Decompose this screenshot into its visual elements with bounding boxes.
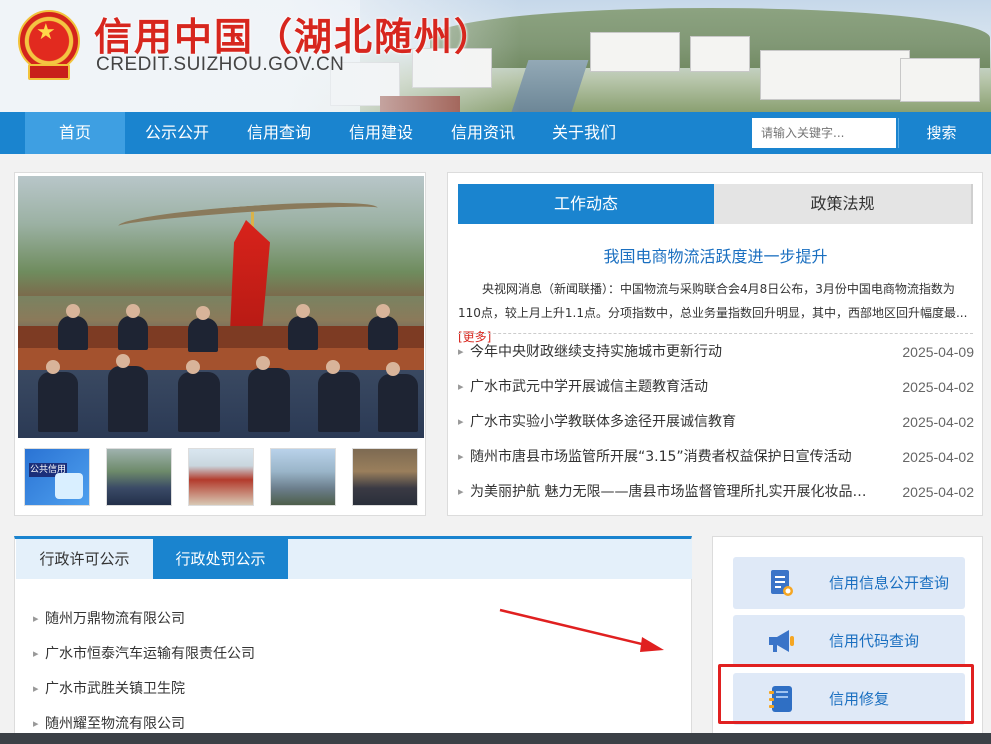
nav-item-about-us[interactable]: 关于我们 <box>534 112 634 154</box>
nav-item-credit-building[interactable]: 信用建设 <box>330 112 432 154</box>
header-banner: ★ 信用中国（湖北随州） CREDIT.SUIZHOU.GOV.CN <box>0 0 991 112</box>
bullet-arrow-icon: ▸ <box>33 717 39 730</box>
bullet-arrow-icon: ▸ <box>458 380 464 393</box>
news-list-item[interactable]: ▸ 广水市武元中学开展诚信主题教育活动 2025-04-02 <box>458 376 974 398</box>
bottom-bar <box>0 733 991 744</box>
site-title[interactable]: 信用中国（湖北随州） <box>94 6 494 61</box>
bullet-arrow-icon: ▸ <box>33 682 39 695</box>
credit-code-query-button[interactable]: 信用代码查询 <box>733 615 965 667</box>
megaphone-icon <box>769 630 794 652</box>
news-list-item[interactable]: ▸ 今年中央财政继续支持实施城市更新行动 2025-04-09 <box>458 341 974 363</box>
credit-info-query-button[interactable]: 信用信息公开查询 <box>733 557 965 609</box>
list-item[interactable]: ▸ 随州耀至物流有限公司 <box>33 713 433 735</box>
bullet-arrow-icon: ▸ <box>458 485 464 498</box>
nav-item-credit-news[interactable]: 信用资讯 <box>433 112 533 154</box>
search-input[interactable] <box>752 118 896 148</box>
bullet-arrow-icon: ▸ <box>458 450 464 463</box>
nav-item-credit-query[interactable]: 信用查询 <box>229 112 329 154</box>
search-button[interactable]: 搜索 <box>898 118 984 148</box>
tab-policies[interactable]: 政策法规 <box>714 184 971 224</box>
news-tabs: 工作动态 政策法规 <box>458 184 973 224</box>
news-list-item[interactable]: ▸ 广水市实验小学教联体多途径开展诚信教育 2025-04-02 <box>458 411 974 433</box>
news-summary: 央视网消息（新闻联播）：中国物流与采购联合会4月8日公布，3月份中国电商物流指数… <box>458 282 968 344</box>
news-list-item[interactable]: ▸ 为美丽护航 魅力无限——唐县市场监督管理所扎实开展化妆品监... 2025-… <box>458 481 974 503</box>
carousel-panel: 公共信用 <box>14 172 426 516</box>
tab-administrative-penalty[interactable]: 行政处罚公示 <box>153 539 288 579</box>
carousel-main-image[interactable] <box>18 176 424 438</box>
tab-administrative-license[interactable]: 行政许可公示 <box>16 539 153 579</box>
carousel-thumbnails: 公共信用 <box>24 448 420 508</box>
notice-tabs: 行政许可公示 行政处罚公示 <box>16 539 692 579</box>
bullet-arrow-icon: ▸ <box>33 612 39 625</box>
carousel-thumb[interactable] <box>106 448 172 506</box>
divider <box>458 333 973 334</box>
bullet-arrow-icon: ▸ <box>33 647 39 660</box>
nav-item-public[interactable]: 公示公开 <box>126 112 228 154</box>
list-item[interactable]: ▸ 广水市武胜关镇卫生院 <box>33 678 433 700</box>
tab-work-updates[interactable]: 工作动态 <box>458 184 714 224</box>
nav-item-home[interactable]: 首页 <box>25 112 125 154</box>
public-notice-panel: 行政许可公示 行政处罚公示 ▸ 随州万鼎物流有限公司 ▸ 广水市恒泰汽车运输有限… <box>14 536 692 744</box>
news-headline[interactable]: 我国电商物流活跃度进一步提升 <box>458 243 973 267</box>
carousel-thumb[interactable] <box>188 448 254 506</box>
list-item[interactable]: ▸ 广水市恒泰汽车运输有限责任公司 <box>33 643 433 665</box>
carousel-thumb[interactable]: 公共信用 <box>24 448 90 506</box>
news-list-item[interactable]: ▸ 随州市唐县市场监管所开展“3.15”消费者权益保护日宣传活动 2025-04… <box>458 446 974 468</box>
document-search-icon <box>771 570 793 596</box>
highlight-box <box>718 664 974 724</box>
carousel-thumb[interactable] <box>352 448 418 506</box>
main-nav: 首页 公示公开 信用查询 信用建设 信用资讯 关于我们 搜索 <box>0 112 991 154</box>
bullet-arrow-icon: ▸ <box>458 415 464 428</box>
site-domain: CREDIT.SUIZHOU.GOV.CN <box>96 54 345 75</box>
national-emblem-icon: ★ <box>18 10 80 80</box>
bullet-arrow-icon: ▸ <box>458 345 464 358</box>
carousel-thumb[interactable] <box>270 448 336 506</box>
list-item[interactable]: ▸ 随州万鼎物流有限公司 <box>33 608 433 630</box>
news-panel: 工作动态 政策法规 我国电商物流活跃度进一步提升 央视网消息（新闻联播）：中国物… <box>447 172 983 516</box>
